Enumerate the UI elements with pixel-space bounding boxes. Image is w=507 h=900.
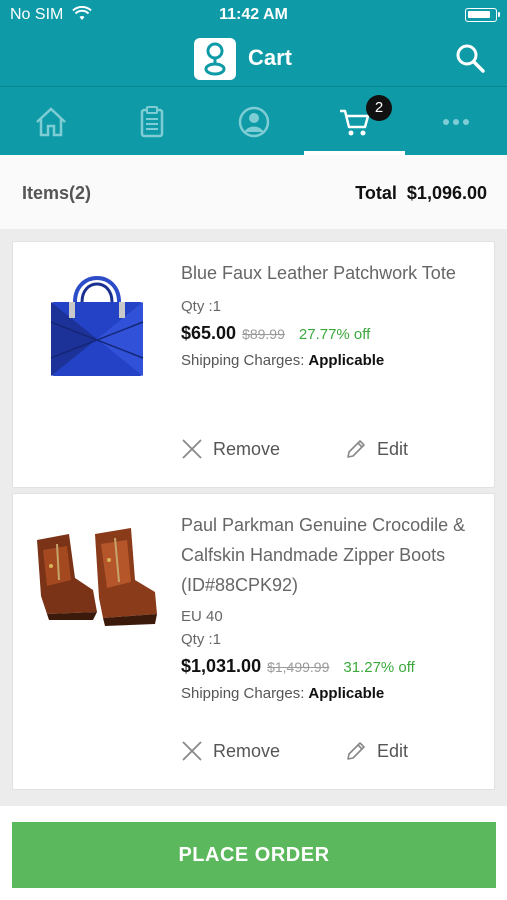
- cart-item: Paul Parkman Genuine Crocodile & Calfski…: [12, 493, 495, 790]
- shipping-label: Shipping Charges:: [181, 685, 305, 702]
- original-price: $1,499.99: [267, 659, 330, 675]
- battery-icon: [465, 8, 500, 22]
- quantity: Qty :1: [181, 298, 222, 315]
- page-title: Cart: [248, 45, 293, 70]
- app-logo-icon[interactable]: [194, 38, 236, 80]
- discount-label: 27.77% off: [298, 326, 371, 343]
- price-row: $1,031.00 $1,499.99 31.27% off: [181, 656, 482, 677]
- place-order-button[interactable]: PLACE ORDER: [12, 822, 496, 888]
- tab-bar: 2: [0, 86, 507, 156]
- clipboard-icon: [140, 105, 163, 137]
- item-details: Blue Faux Leather Patchwork Tote Qty :1 …: [181, 258, 482, 369]
- cart-count-badge: 2: [366, 95, 392, 121]
- sale-price: $65.00: [181, 323, 237, 343]
- tab-cart[interactable]: 2: [304, 87, 405, 156]
- item-actions: Remove Edit: [181, 438, 482, 468]
- close-icon: [182, 741, 202, 761]
- product-name[interactable]: Blue Faux Leather Patchwork Tote: [181, 258, 482, 288]
- edit-button[interactable]: Edit: [345, 438, 408, 460]
- close-icon: [182, 439, 202, 459]
- remove-label: Remove: [213, 740, 281, 761]
- remove-label: Remove: [213, 438, 281, 459]
- pencil-icon: [347, 440, 365, 458]
- tab-home[interactable]: [0, 87, 101, 156]
- shipping-value: Applicable: [308, 352, 385, 369]
- item-details: Paul Parkman Genuine Crocodile & Calfski…: [181, 510, 482, 702]
- sale-price: $1,031.00: [181, 656, 262, 676]
- total-value: $1,096.00: [406, 183, 487, 203]
- tab-account[interactable]: [203, 87, 304, 156]
- search-icon[interactable]: [453, 41, 487, 75]
- edit-label: Edit: [377, 740, 409, 761]
- size: EU 40: [181, 608, 223, 625]
- home-icon: [35, 106, 66, 136]
- cart-item: Blue Faux Leather Patchwork Tote Qty :1 …: [12, 241, 495, 488]
- cart-summary: Items(2) Total $1,096.00: [0, 155, 507, 229]
- shipping-label: Shipping Charges:: [181, 352, 305, 369]
- shipping-info: Shipping Charges: Applicable: [181, 685, 482, 702]
- cart-total: Total $1,096.00: [355, 183, 487, 204]
- clock: 11:42 AM: [219, 6, 288, 23]
- items-count: Items(2): [22, 183, 91, 204]
- items-label: Items: [22, 183, 70, 203]
- total-label: Total: [355, 183, 397, 203]
- product-image[interactable]: [27, 520, 167, 640]
- remove-button[interactable]: Remove: [181, 740, 280, 762]
- remove-button[interactable]: Remove: [181, 438, 280, 460]
- discount-label: 31.27% off: [343, 659, 415, 676]
- tab-more[interactable]: [405, 87, 506, 156]
- app-bar: Cart: [0, 30, 507, 86]
- pencil-icon: [347, 742, 365, 760]
- tab-orders[interactable]: [101, 87, 202, 156]
- more-icon: [442, 118, 469, 125]
- item-actions: Remove Edit: [181, 740, 482, 770]
- edit-button[interactable]: Edit: [345, 740, 408, 762]
- items-count-value: (2): [69, 183, 92, 203]
- original-price: $89.99: [242, 326, 285, 342]
- product-image[interactable]: [27, 262, 167, 382]
- shipping-value: Applicable: [308, 685, 385, 702]
- product-name[interactable]: Paul Parkman Genuine Crocodile & Calfski…: [181, 510, 482, 600]
- user-icon: [238, 106, 269, 137]
- quantity: Qty :1: [181, 631, 222, 648]
- shipping-info: Shipping Charges: Applicable: [181, 352, 482, 369]
- status-bar: No SIM 11:42 AM: [0, 0, 507, 30]
- edit-label: Edit: [377, 438, 409, 459]
- price-row: $65.00 $89.99 27.77% off: [181, 323, 482, 344]
